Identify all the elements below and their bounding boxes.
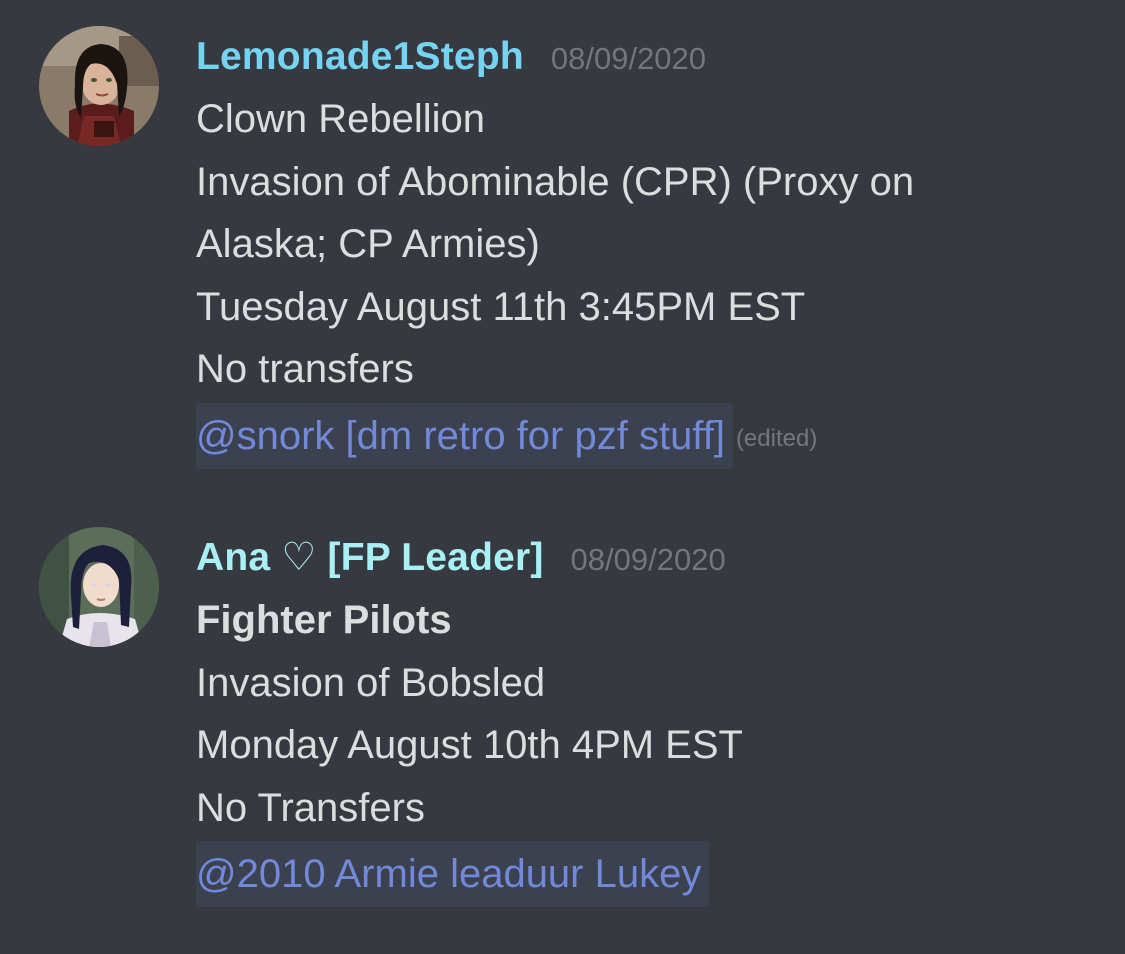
mention-row: @2010 Armie leaduur Lukey xyxy=(196,841,1096,907)
message-title: Fighter Pilots xyxy=(196,598,452,642)
message-line: Invasion of Abominable (CPR) (Proxy on xyxy=(196,159,915,204)
timestamp[interactable]: 08/09/2020 xyxy=(551,28,706,90)
mention-row: @snork [dm retro for pzf stuff] (edited) xyxy=(196,402,1096,469)
avatar[interactable] xyxy=(39,527,159,647)
message-content: Ana ♡ [FP Leader] 08/09/2020 Fighter Pil… xyxy=(196,527,1096,907)
avatar[interactable] xyxy=(39,26,159,146)
timestamp[interactable]: 08/09/2020 xyxy=(571,529,726,591)
message-header: Ana ♡ [FP Leader] 08/09/2020 xyxy=(196,527,1096,589)
user-mention[interactable]: @snork [dm retro for pzf stuff] xyxy=(196,402,733,469)
message-header: Lemonade1Steph 08/09/2020 xyxy=(196,26,1096,88)
username[interactable]: Ana ♡ [FP Leader] xyxy=(196,527,544,589)
message-line: No Transfers xyxy=(196,785,425,830)
message-line: Clown Rebellion xyxy=(196,97,486,141)
message-line: Monday August 10th 4PM EST xyxy=(196,723,743,767)
message-line: No transfers xyxy=(196,347,414,391)
user-mention[interactable]: @2010 Armie leaduur Lukey xyxy=(196,841,710,907)
edited-label: (edited) xyxy=(735,424,818,452)
message-line: Invasion of Bobsled xyxy=(196,660,546,705)
message-content: Lemonade1Steph 08/09/2020 Clown Rebellio… xyxy=(196,26,1096,469)
message-line: Alaska; CP Armies) xyxy=(196,222,540,266)
message-line: Tuesday August 11th 3:45PM EST xyxy=(196,284,806,329)
username[interactable]: Lemonade1Steph xyxy=(196,26,524,88)
